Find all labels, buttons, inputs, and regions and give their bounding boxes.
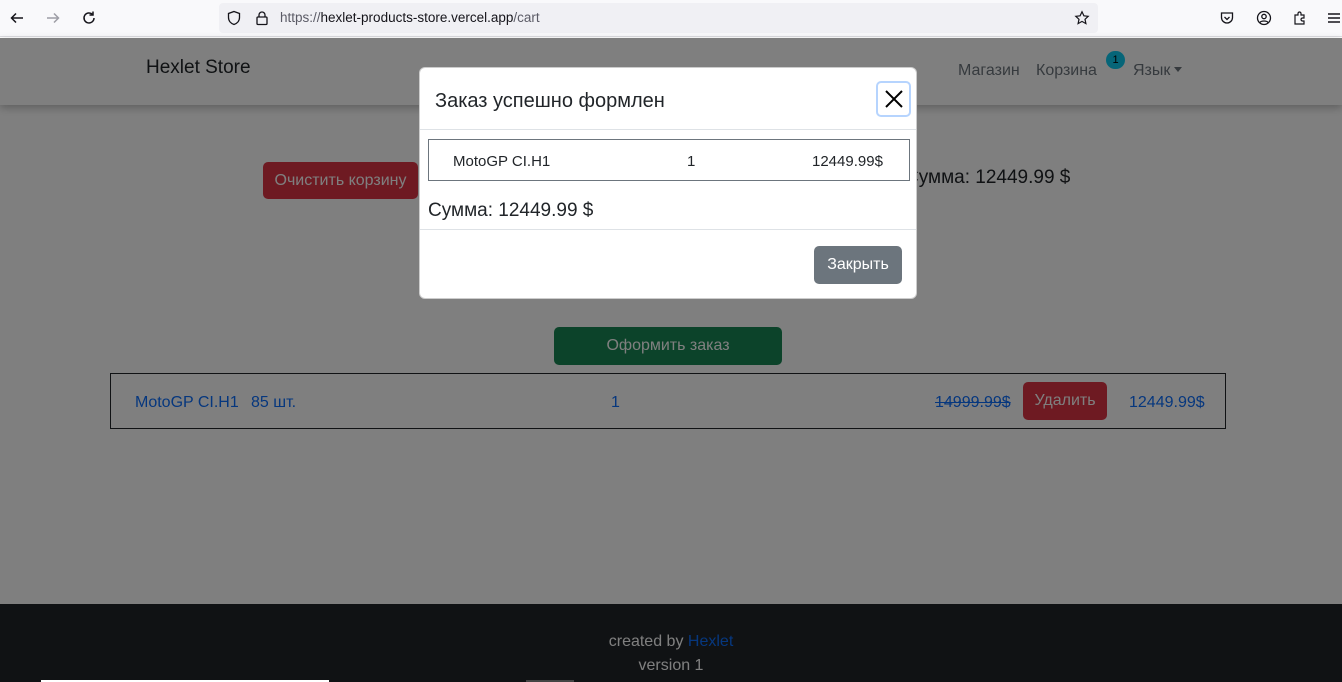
extensions-button[interactable] — [1289, 7, 1311, 29]
pocket-button[interactable] — [1216, 7, 1238, 29]
modal-footer: Закрыть — [420, 229, 916, 298]
url-host: hexlet-products-store.vercel.app — [320, 10, 514, 25]
modal-item-name: MotoGP CI.H1 — [453, 153, 551, 170]
reload-button[interactable] — [77, 6, 101, 30]
modal-close-button[interactable]: Закрыть — [814, 246, 902, 284]
account-button[interactable] — [1253, 7, 1275, 29]
modal-close-x-button[interactable] — [876, 81, 911, 117]
pocket-icon — [1220, 12, 1234, 24]
shield-icon[interactable] — [226, 10, 242, 26]
modal-item-quantity: 1 — [687, 153, 696, 170]
menu-button[interactable] — [1323, 7, 1342, 29]
modal-header: Заказ успешно формлен — [420, 68, 916, 130]
arrow-right-icon — [47, 12, 60, 24]
bookmark-star-icon[interactable] — [1074, 10, 1090, 26]
modal-item-price: 12449.99$ — [812, 153, 883, 170]
url-path: /cart — [513, 10, 540, 25]
modal-sum: Сумма: 12449.99 $ — [428, 200, 594, 221]
reload-icon — [83, 11, 95, 24]
url-scheme: https:// — [280, 10, 321, 25]
close-icon — [884, 90, 903, 108]
arrow-left-icon — [10, 12, 23, 24]
lock-icon[interactable] — [254, 10, 270, 26]
forward-button[interactable] — [41, 6, 65, 30]
hamburger-icon — [1328, 13, 1340, 23]
browser-toolbar: https://hexlet-products-store.vercel.app… — [0, 0, 1342, 37]
modal-order-table: MotoGP CI.H1 1 12449.99$ — [428, 139, 910, 181]
back-button[interactable] — [5, 6, 29, 30]
modal-title: Заказ успешно формлен — [435, 90, 665, 112]
address-bar[interactable]: https://hexlet-products-store.vercel.app… — [219, 3, 1098, 33]
url-text: https://hexlet-products-store.vercel.app… — [280, 10, 540, 25]
account-icon — [1256, 10, 1272, 26]
puzzle-icon — [1294, 11, 1305, 25]
order-success-modal: Заказ успешно формлен MotoGP CI.H1 1 124… — [419, 67, 917, 299]
